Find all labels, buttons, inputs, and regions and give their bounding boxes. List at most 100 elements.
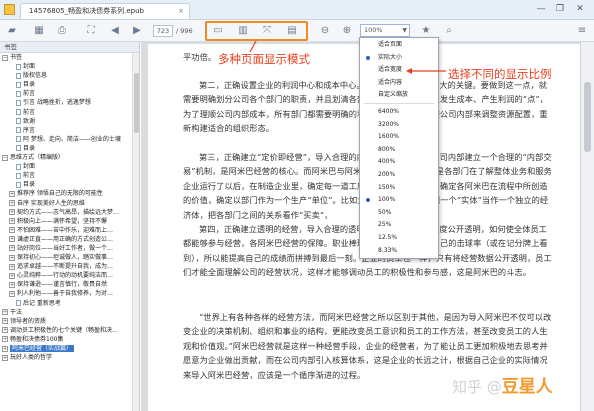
zoom-option-label: 适合宽度	[378, 66, 403, 74]
close-window-button[interactable]: ✕	[573, 3, 587, 16]
zoom-option[interactable]: 150%	[360, 183, 438, 193]
sidebar-item[interactable]: 目录	[0, 180, 139, 189]
sidebar-item[interactable]: + 不怕困难——苦中作乐，迎难而上…	[0, 226, 139, 235]
bookmark-page-icon	[16, 136, 21, 143]
zoom-out-icon[interactable]: ⊖	[318, 24, 332, 38]
zoom-option[interactable]: 25%	[360, 220, 438, 230]
sidebar-item[interactable]: + 畅盈和决债券100集	[0, 335, 139, 344]
zoom-option[interactable]: 1600%	[360, 132, 438, 142]
expand-icon[interactable]: +	[9, 245, 15, 252]
sidebar-item[interactable]: 引言 战略挫折，逃逸梦想	[0, 98, 139, 107]
expand-icon[interactable]: +	[9, 236, 15, 243]
zoom-option[interactable]: 适合页面	[360, 40, 438, 50]
zoom-option[interactable]: 3200%	[360, 120, 438, 130]
expand-icon[interactable]: +	[9, 290, 15, 297]
expand-icon[interactable]: +	[9, 200, 15, 206]
zoom-option[interactable]: 12.5%	[360, 233, 438, 243]
page-number-input[interactable]: 723	[153, 25, 173, 37]
sidebar-item[interactable]: + 契约方式——志气高昂，描绘远大梦…	[0, 208, 139, 217]
expand-icon[interactable]: +	[9, 190, 15, 197]
zoom-option[interactable]: 6400%	[360, 107, 438, 117]
sidebar-item[interactable]: 封面	[0, 62, 139, 71]
sidebar-item[interactable]: + 调动员工积极性的七个关键（畅盈和决…	[0, 326, 139, 335]
sidebar-item[interactable]: + 保持谦逊——谨言慎行，敬畏自然	[0, 280, 139, 289]
sidebar-item[interactable]: + 积极向上——满怀希望，坚持不懈	[0, 217, 139, 226]
sidebar-item[interactable]: 后记 重新思考	[0, 299, 139, 308]
sidebar-item[interactable]: 封面	[0, 162, 139, 171]
expand-icon[interactable]: +	[9, 227, 15, 234]
sidebar-scrollbar[interactable]	[132, 53, 139, 411]
document-scroll-thumb[interactable]	[584, 82, 591, 152]
zoom-option[interactable]: 400%	[360, 157, 438, 167]
sidebar-item[interactable]: 前言	[0, 89, 139, 98]
zoom-option[interactable]: 800%	[360, 145, 438, 155]
sidebar-item[interactable]: + 追求卓越——不断提升自我，成为…	[0, 262, 139, 271]
menu-icon[interactable]: ≡	[575, 24, 589, 38]
sidebar-item[interactable]: + 玩好人类的哲学	[0, 353, 139, 362]
collapse-icon[interactable]: −	[2, 154, 8, 161]
expand-icon[interactable]: +	[2, 354, 8, 361]
close-tab-icon[interactable]: ×	[178, 4, 184, 19]
zoom-option[interactable]: 50%	[360, 208, 438, 218]
expand-icon[interactable]: +	[9, 281, 15, 288]
sidebar-item[interactable]: 阿 梦想、走向、简洁——创业的士壤	[0, 135, 139, 144]
previous-page-icon[interactable]: ◀	[108, 24, 122, 38]
zoom-option[interactable]: 适合内容	[360, 78, 438, 88]
sidebar-item[interactable]: 目录	[0, 80, 139, 89]
sidebar-item[interactable]: + 领导者的资质	[0, 317, 139, 326]
sidebar-item-label: 不怕困难——苦中作乐，迎难而上…	[17, 226, 114, 234]
next-page-icon[interactable]: ▶	[130, 24, 144, 38]
star-icon[interactable]: ★	[419, 24, 433, 38]
bookmark-page-icon	[16, 99, 21, 106]
sidebar-item[interactable]: − 思维方式（精编版）	[0, 153, 139, 162]
sidebar-item-label: 调动员工积极性的七个关键（畅盈和决…	[10, 326, 119, 334]
document-scrollbar[interactable]	[580, 42, 594, 411]
sidebar-scroll-thumb[interactable]	[134, 73, 139, 133]
zoom-option[interactable]: 实际大小	[360, 53, 438, 63]
print-icon[interactable]: ⎙	[55, 24, 69, 38]
sidebar-item-label: 干法	[10, 308, 23, 316]
minimize-button[interactable]: —	[534, 3, 548, 16]
sidebar-item[interactable]: 前言	[0, 108, 139, 117]
document-tab[interactable]: 14576805_畅盈和决债券系列.epub ×	[20, 3, 190, 19]
expand-icon[interactable]: +	[9, 272, 15, 279]
collapse-icon[interactable]: −	[2, 54, 8, 61]
zoom-option[interactable]: 100%	[360, 195, 438, 205]
expand-icon[interactable]: +	[2, 327, 8, 334]
sidebar-item[interactable]: + 自序 实现美好人生的思维	[0, 199, 139, 208]
expand-icon[interactable]: +	[2, 309, 8, 316]
open-folder-icon[interactable]: ▰	[5, 24, 19, 38]
zoom-option[interactable]: 200%	[360, 170, 438, 180]
search-icon[interactable]: ⌕	[442, 24, 456, 38]
expand-icon[interactable]: +	[9, 218, 15, 225]
expand-icon[interactable]: +	[2, 336, 8, 343]
sidebar-item[interactable]: 致谢	[0, 117, 139, 126]
sidebar-item[interactable]: + 站好岗位——当好工作者，做一个…	[0, 244, 139, 253]
sidebar-item[interactable]: + 干法	[0, 308, 139, 317]
expand-icon[interactable]: +	[9, 254, 15, 261]
sidebar-item[interactable]: 版权信息	[0, 71, 139, 80]
sidebar-item[interactable]: + 阿米巴经营（实战篇）	[0, 344, 139, 353]
fullscreen-icon[interactable]: ⛶	[84, 24, 98, 38]
expand-icon[interactable]: +	[9, 263, 15, 270]
zoom-option[interactable]: 8.33%	[360, 246, 438, 256]
sidebar-item[interactable]: + 利人利他——善于自我修养，为对…	[0, 289, 139, 298]
sidebar-item[interactable]: − 书签	[0, 53, 139, 62]
restore-button[interactable]: ❐	[553, 3, 567, 16]
sidebar-item[interactable]: + 保持初心——坦诚做人，踏实做事…	[0, 253, 139, 262]
expand-icon[interactable]: +	[9, 209, 15, 216]
expand-icon[interactable]: +	[2, 345, 8, 352]
sidebar-item[interactable]: 目录	[0, 144, 139, 153]
sidebar-item[interactable]: + 谦虚正直——用正确的方式创造公…	[0, 235, 139, 244]
sidebar-item[interactable]: + 推荐序 领悟自己的无限的可能性	[0, 189, 139, 198]
sidebar-item[interactable]: 序言	[0, 126, 139, 135]
zoom-option-label: 200%	[378, 171, 396, 178]
watermark: 知乎 @豆星人	[452, 372, 553, 398]
zoom-in-icon[interactable]: ⊕	[340, 24, 354, 38]
expand-icon[interactable]: +	[2, 318, 8, 325]
zoom-select[interactable]: 100% ▼	[360, 24, 410, 37]
zoom-option[interactable]: 自定义缩放	[360, 90, 438, 100]
sidebar-item[interactable]: + 心灵纯粹——行动的动机要纯洁而…	[0, 271, 139, 280]
save-icon[interactable]: ▦	[32, 24, 46, 38]
sidebar-item[interactable]: 前言	[0, 171, 139, 180]
